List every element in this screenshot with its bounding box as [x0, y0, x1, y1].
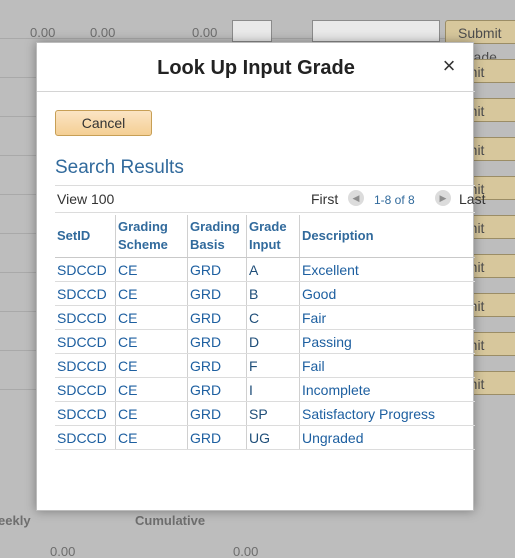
- cell-grading-basis[interactable]: GRD: [187, 329, 247, 354]
- cell-setid[interactable]: SDCCD: [55, 305, 116, 330]
- close-icon[interactable]: ×: [437, 54, 461, 78]
- table-row[interactable]: SDCCD CE GRD B Good: [55, 281, 475, 306]
- cumulative-label: Cumulative: [135, 513, 206, 528]
- cell-grading-scheme[interactable]: CE: [115, 305, 188, 330]
- column-header-grading-scheme[interactable]: Grading Scheme: [115, 215, 188, 258]
- cell-grade-input[interactable]: C: [246, 305, 300, 330]
- cell-grade-input[interactable]: UG: [246, 425, 300, 450]
- submit-grade-button[interactable]: Submit Grade: [445, 20, 515, 65]
- table-row[interactable]: SDCCD CE GRD UG Ungraded: [55, 425, 475, 450]
- cell-grading-scheme[interactable]: CE: [115, 353, 188, 378]
- table-row[interactable]: SDCCD CE GRD A Excellent: [55, 257, 475, 282]
- table-row[interactable]: SDCCD CE GRD D Passing: [55, 329, 475, 354]
- cell-description[interactable]: Good: [299, 281, 475, 306]
- cancel-button[interactable]: Cancel: [55, 110, 152, 136]
- grade-lookup-table: SetID Grading Scheme Grading Basis Grade…: [55, 215, 475, 450]
- lookup-dialog: Look Up Input Grade × Cancel Search Resu…: [36, 42, 485, 511]
- next-arrow-icon[interactable]: ▶: [435, 190, 451, 206]
- cell-grading-basis[interactable]: GRD: [187, 425, 247, 450]
- cell-grading-scheme[interactable]: CE: [115, 401, 188, 426]
- column-header-setid[interactable]: SetID: [55, 215, 116, 258]
- row-range: 1-8 of 8: [374, 193, 415, 207]
- cell-grading-basis[interactable]: GRD: [187, 353, 247, 378]
- background-select[interactable]: [312, 20, 440, 42]
- cell-grading-scheme[interactable]: CE: [115, 257, 188, 282]
- background-value: 0.00: [90, 25, 116, 40]
- cell-grade-input[interactable]: I: [246, 377, 300, 402]
- title-divider: [37, 91, 475, 92]
- table-row[interactable]: SDCCD CE GRD I Incomplete: [55, 377, 475, 402]
- search-results-heading: Search Results: [55, 157, 184, 178]
- cell-grading-basis[interactable]: GRD: [187, 257, 247, 282]
- cell-setid[interactable]: SDCCD: [55, 257, 116, 282]
- cell-grading-basis[interactable]: GRD: [187, 281, 247, 306]
- cell-description[interactable]: Fair: [299, 305, 475, 330]
- cell-description[interactable]: Ungraded: [299, 425, 475, 450]
- last-link[interactable]: Last: [459, 191, 485, 207]
- view-100-link[interactable]: View 100: [57, 191, 114, 207]
- background-value: 0.00: [192, 25, 218, 40]
- cell-setid[interactable]: SDCCD: [55, 401, 116, 426]
- table-body: SDCCD CE GRD A Excellent SDCCD CE GRD B Good SDCCD…: [55, 257, 475, 450]
- background-value: 0.00: [30, 25, 56, 40]
- table-row[interactable]: SDCCD CE GRD F Fail: [55, 353, 475, 378]
- cell-grade-input[interactable]: A: [246, 257, 300, 282]
- cell-description[interactable]: Excellent: [299, 257, 475, 282]
- cell-grading-basis[interactable]: GRD: [187, 377, 247, 402]
- table-row[interactable]: SDCCD CE GRD SP Satisfactory Progress: [55, 401, 475, 426]
- table-header-row: SetID Grading Scheme Grading Basis Grade…: [55, 215, 475, 258]
- weekly-label: Weekly: [0, 513, 31, 528]
- cell-description[interactable]: Incomplete: [299, 377, 475, 402]
- cell-setid[interactable]: SDCCD: [55, 329, 116, 354]
- cell-grade-input[interactable]: B: [246, 281, 300, 306]
- cell-grade-input[interactable]: F: [246, 353, 300, 378]
- cell-grading-scheme[interactable]: CE: [115, 329, 188, 354]
- cell-description[interactable]: Passing: [299, 329, 475, 354]
- cell-grade-input[interactable]: SP: [246, 401, 300, 426]
- dialog-title: Look Up Input Grade: [157, 57, 355, 79]
- cell-grading-scheme[interactable]: CE: [115, 281, 188, 306]
- results-navigation: View 100 First ◀ 1-8 of 8 ▶ Last: [55, 185, 485, 213]
- table-row[interactable]: SDCCD CE GRD C Fair: [55, 305, 475, 330]
- cell-grading-basis[interactable]: GRD: [187, 305, 247, 330]
- column-header-grade-input[interactable]: Grade Input: [246, 215, 300, 258]
- cell-setid[interactable]: SDCCD: [55, 425, 116, 450]
- background-value: 0.00: [50, 544, 76, 558]
- column-header-description[interactable]: Description: [299, 215, 475, 258]
- cell-description[interactable]: Fail: [299, 353, 475, 378]
- cell-grading-scheme[interactable]: CE: [115, 377, 188, 402]
- cell-grading-basis[interactable]: GRD: [187, 401, 247, 426]
- cell-grade-input[interactable]: D: [246, 329, 300, 354]
- cell-setid[interactable]: SDCCD: [55, 281, 116, 306]
- background-input[interactable]: [232, 20, 272, 42]
- background-value: 0.00: [233, 544, 259, 558]
- cell-setid[interactable]: SDCCD: [55, 353, 116, 378]
- first-link[interactable]: First: [311, 191, 338, 207]
- cell-setid[interactable]: SDCCD: [55, 377, 116, 402]
- previous-arrow-icon[interactable]: ◀: [348, 190, 364, 206]
- column-header-grading-basis[interactable]: Grading Basis: [187, 215, 247, 258]
- cell-grading-scheme[interactable]: CE: [115, 425, 188, 450]
- cell-description[interactable]: Satisfactory Progress: [299, 401, 475, 426]
